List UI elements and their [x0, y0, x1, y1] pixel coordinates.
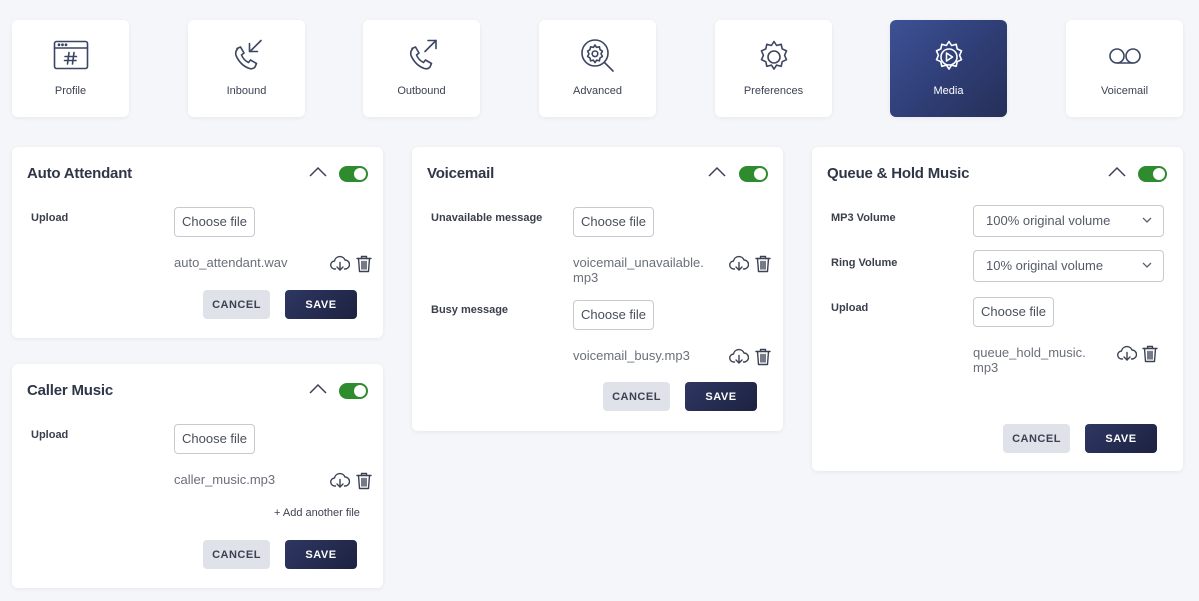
card-title: Queue & Hold Music: [827, 165, 970, 182]
enable-toggle[interactable]: [1138, 166, 1167, 182]
collapse-chevron-icon[interactable]: [1107, 166, 1127, 180]
auto-attendant-card: Auto Attendant Upload Choose file auto_a…: [12, 147, 383, 338]
download-icon[interactable]: [729, 254, 749, 274]
select-value: 100% original volume: [986, 213, 1111, 228]
chevron-down-icon: [1141, 261, 1153, 271]
collapse-chevron-icon[interactable]: [308, 383, 328, 397]
collapse-chevron-icon[interactable]: [707, 166, 727, 180]
busy-message-label: Busy message: [431, 304, 509, 316]
cancel-button[interactable]: CANCEL: [203, 540, 270, 569]
tab-label: Preferences: [743, 85, 804, 97]
card-title: Caller Music: [27, 382, 113, 399]
file-name: voicemail_unavailable. mp3: [573, 255, 704, 285]
choose-file-button[interactable]: Choose file: [174, 207, 256, 237]
save-button[interactable]: SAVE: [285, 540, 357, 569]
chevron-down-icon: [1141, 216, 1153, 226]
ring-volume-label: Ring Volume: [831, 257, 898, 269]
tab-advanced[interactable]: Advanced: [539, 20, 656, 117]
tab-voicemail[interactable]: Voicemail: [1066, 20, 1183, 117]
card-title: Auto Attendant: [27, 165, 132, 182]
cancel-button[interactable]: CANCEL: [203, 290, 270, 319]
trash-icon[interactable]: [753, 347, 773, 367]
mp3-volume-select[interactable]: 100% original volume: [973, 205, 1164, 237]
file-name: caller_music.mp3: [174, 472, 276, 487]
tab-label: Profile: [54, 85, 87, 97]
download-icon[interactable]: [729, 347, 749, 367]
caller-music-card: Caller Music Upload Choose file caller_m…: [12, 364, 383, 588]
download-icon[interactable]: [330, 254, 350, 274]
cancel-button[interactable]: CANCEL: [603, 382, 670, 411]
add-another-file-link[interactable]: + Add another file: [274, 507, 360, 519]
save-button[interactable]: SAVE: [285, 290, 357, 319]
choose-file-button[interactable]: Choose file: [573, 207, 655, 237]
tab-profile[interactable]: Profile: [12, 20, 129, 117]
save-button[interactable]: SAVE: [1085, 424, 1157, 453]
file-name-line: mp3: [573, 270, 599, 285]
file-name-line: queue_hold_music.: [973, 345, 1086, 360]
mp3-volume-label: MP3 Volume: [831, 212, 896, 224]
trash-icon[interactable]: [1140, 344, 1160, 364]
enable-toggle[interactable]: [739, 166, 768, 182]
file-name-line: mp3: [973, 360, 999, 375]
tab-label: Voicemail: [1100, 85, 1149, 97]
tab-label: Outbound: [397, 85, 446, 97]
file-name: voicemail_busy.mp3: [573, 348, 690, 363]
save-button[interactable]: SAVE: [685, 382, 757, 411]
upload-label: Upload: [31, 212, 69, 224]
tab-inbound[interactable]: Inbound: [188, 20, 305, 117]
tab-label: Media: [933, 85, 964, 97]
outbound-call-icon: [403, 37, 441, 75]
download-icon[interactable]: [330, 471, 350, 491]
profile-hash-icon: [52, 37, 90, 75]
select-value: 10% original volume: [986, 258, 1104, 273]
upload-label: Upload: [31, 429, 69, 441]
choose-file-button[interactable]: Choose file: [573, 300, 655, 330]
download-icon[interactable]: [1117, 344, 1137, 364]
ring-volume-select[interactable]: 10% original volume: [973, 250, 1164, 282]
enable-toggle[interactable]: [339, 166, 368, 182]
trash-icon[interactable]: [354, 254, 374, 274]
tab-media[interactable]: Media: [890, 20, 1007, 117]
gear-icon: [755, 37, 793, 75]
trash-icon[interactable]: [354, 471, 374, 491]
file-name-line: voicemail_unavailable.: [573, 255, 704, 270]
voicemail-icon: [1106, 37, 1144, 75]
tab-preferences[interactable]: Preferences: [715, 20, 832, 117]
advanced-search-gear-icon: [579, 37, 617, 75]
upload-label: Upload: [831, 302, 869, 314]
enable-toggle[interactable]: [339, 383, 368, 399]
tab-label: Inbound: [226, 85, 267, 97]
unavailable-message-label: Unavailable message: [431, 212, 543, 224]
choose-file-button[interactable]: Choose file: [174, 424, 256, 454]
cancel-button[interactable]: CANCEL: [1003, 424, 1070, 453]
tab-outbound[interactable]: Outbound: [363, 20, 480, 117]
choose-file-button[interactable]: Choose file: [973, 297, 1055, 327]
tab-label: Advanced: [573, 85, 622, 97]
collapse-chevron-icon[interactable]: [308, 166, 328, 180]
queue-hold-music-card: Queue & Hold Music MP3 Volume 100% origi…: [812, 147, 1183, 471]
inbound-call-icon: [228, 37, 266, 75]
card-title: Voicemail: [427, 165, 495, 182]
file-name: queue_hold_music. mp3: [973, 345, 1086, 375]
voicemail-card: Voicemail Unavailable message Choose fil…: [412, 147, 783, 431]
file-name: auto_attendant.wav: [174, 255, 288, 270]
trash-icon[interactable]: [753, 254, 773, 274]
media-gear-play-icon: [930, 37, 968, 75]
